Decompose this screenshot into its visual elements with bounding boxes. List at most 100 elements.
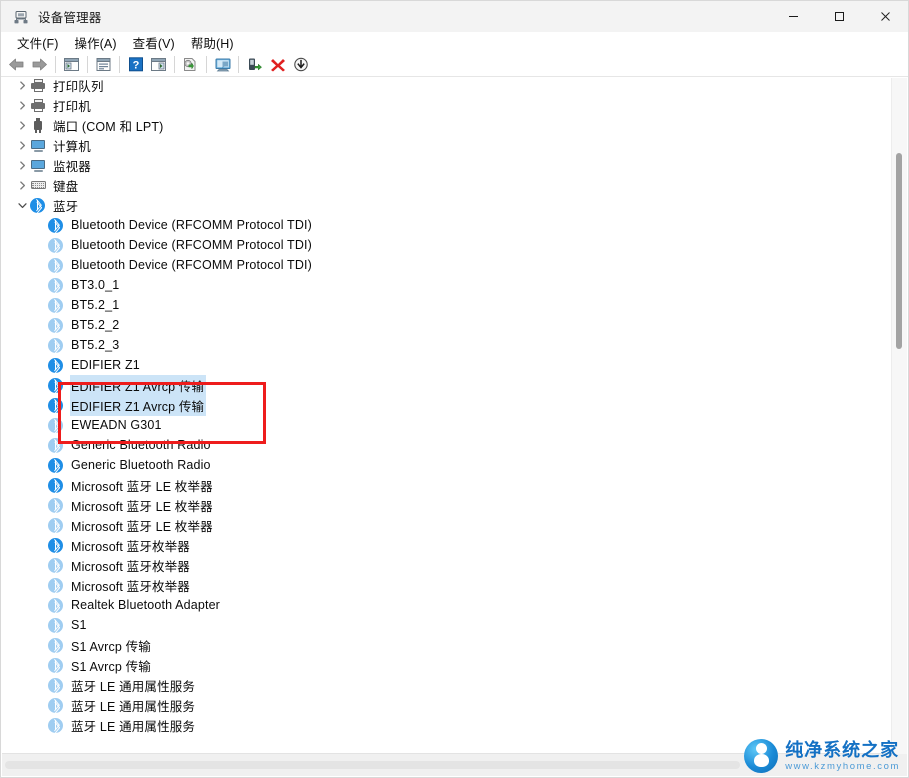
device-tree[interactable]: 打印队列打印机 端口 (COM 和 LPT) 计算机监视器键盘 蓝牙 Bluetooth…: [2, 78, 893, 754]
chevron-right-icon[interactable]: [14, 155, 30, 175]
tree-device-label: 蓝牙 LE 通用属性服务: [71, 699, 196, 714]
tree-device-row[interactable]: Bluetooth Device (RFCOMM Protocol TDI): [2, 215, 893, 235]
toolbar-separator: [174, 56, 175, 73]
computer-monitor-icon: [30, 137, 46, 153]
properties-icon: [96, 58, 111, 71]
chevron-right-icon[interactable]: [14, 115, 30, 135]
chevron-right-icon[interactable]: [14, 175, 30, 195]
tree-device-row[interactable]: Bluetooth Device (RFCOMM Protocol TDI): [2, 255, 893, 275]
tree-category-row[interactable]: 端口 (COM 和 LPT): [2, 115, 893, 135]
tree-category-row[interactable]: 监视器: [2, 155, 893, 175]
tree-device-row[interactable]: EWEADN G301: [2, 415, 893, 435]
tree-device-label: Realtek Bluetooth Adapter: [71, 598, 220, 612]
toolbar-separator: [238, 56, 239, 73]
forward-button[interactable]: [28, 54, 51, 76]
tree-device-row[interactable]: Microsoft 蓝牙 LE 枚举器: [2, 495, 893, 515]
tree-device-row[interactable]: 蓝牙 LE 通用属性服务: [2, 695, 893, 715]
menu-view[interactable]: 查看(V): [125, 31, 183, 55]
bluetooth-icon: [48, 697, 64, 714]
tree-device-row[interactable]: Microsoft 蓝牙枚举器: [2, 535, 893, 555]
tree-device-row[interactable]: Microsoft 蓝牙枚举器: [2, 555, 893, 575]
scan-hardware-changes-button[interactable]: [211, 54, 234, 76]
chevron-right-icon[interactable]: [14, 78, 30, 95]
tree-device-label: S1 Avrcp 传输: [71, 659, 151, 674]
tree-device-row[interactable]: Microsoft 蓝牙枚举器: [2, 575, 893, 595]
tree-device-row[interactable]: Bluetooth Device (RFCOMM Protocol TDI): [2, 235, 893, 255]
tree-device-label: EWEADN G301: [71, 418, 162, 432]
tree-device-row[interactable]: Microsoft 蓝牙 LE 枚举器: [2, 515, 893, 535]
tree-device-label: Bluetooth Device (RFCOMM Protocol TDI): [71, 218, 312, 232]
console-tree-icon: [64, 58, 79, 71]
show-hide-console-tree-button[interactable]: [60, 54, 83, 76]
enable-device-icon: [249, 58, 262, 71]
toolbar-separator: [206, 56, 207, 73]
bluetooth-icon: [48, 257, 64, 274]
horizontal-scrollbar-thumb[interactable]: [5, 761, 740, 769]
tree-device-label: BT5.2_2: [71, 318, 120, 332]
properties-button[interactable]: [92, 54, 115, 76]
chevron-down-icon[interactable]: [14, 195, 30, 215]
tree-device-row[interactable]: EDIFIER Z1 Avrcp 传输: [2, 374, 893, 396]
enable-device-button[interactable]: [243, 54, 266, 76]
help-button[interactable]: ?: [124, 54, 147, 76]
bluetooth-icon: [48, 457, 64, 474]
tree-category-row[interactable]: 打印队列: [2, 78, 893, 95]
tree-category-label: 监视器: [53, 159, 91, 174]
tree-device-row[interactable]: Microsoft 蓝牙 LE 枚举器: [2, 475, 893, 495]
back-button[interactable]: [5, 54, 28, 76]
scrollbar-corner: [892, 754, 907, 776]
vertical-scrollbar[interactable]: [891, 78, 907, 754]
chevron-right-icon[interactable]: [14, 95, 30, 115]
tree-device-row[interactable]: BT5.2_1: [2, 295, 893, 315]
uninstall-device-button[interactable]: [266, 54, 289, 76]
tree-device-row[interactable]: Generic Bluetooth Radio: [2, 435, 893, 455]
chevron-right-icon[interactable]: [14, 135, 30, 155]
tree-category-row[interactable]: 蓝牙: [2, 195, 893, 215]
back-arrow-icon: [9, 58, 24, 71]
tree-device-row[interactable]: BT5.2_2: [2, 315, 893, 335]
tree-device-label: BT5.2_1: [71, 298, 120, 312]
maximize-button[interactable]: [816, 1, 862, 32]
tree-device-row[interactable]: S1: [2, 615, 893, 635]
bluetooth-icon: [48, 297, 64, 314]
tree-category-row[interactable]: 计算机: [2, 135, 893, 155]
title-bar: 设备管理器: [1, 1, 908, 32]
bluetooth-icon: [48, 677, 64, 694]
bluetooth-icon: [48, 417, 64, 434]
tree-device-row[interactable]: S1 Avrcp 传输: [2, 655, 893, 675]
menu-help[interactable]: 帮助(H): [183, 31, 242, 55]
show-hide-action-pane-button[interactable]: [147, 54, 170, 76]
tree-device-row[interactable]: S1 Avrcp 传输: [2, 635, 893, 655]
vertical-scrollbar-thumb[interactable]: [896, 153, 902, 349]
bluetooth-icon: [48, 637, 64, 654]
tree-category-row[interactable]: 键盘: [2, 175, 893, 195]
tree-device-label: Generic Bluetooth Radio: [71, 458, 211, 472]
tree-device-row[interactable]: 蓝牙 LE 通用属性服务: [2, 715, 893, 735]
menu-file[interactable]: 文件(F): [9, 31, 66, 55]
tree-device-row[interactable]: EDIFIER Z1: [2, 355, 893, 375]
tree-device-row[interactable]: Realtek Bluetooth Adapter: [2, 595, 893, 615]
tree-device-row[interactable]: 蓝牙 LE 通用属性服务: [2, 675, 893, 695]
tree-device-row[interactable]: Generic Bluetooth Radio: [2, 455, 893, 475]
disable-device-button[interactable]: [289, 54, 312, 76]
device-manager-icon: [13, 9, 29, 25]
tree-device-label: S1: [71, 618, 87, 632]
update-driver-button[interactable]: [179, 54, 202, 76]
bluetooth-icon: [48, 437, 64, 454]
tree-category-label: 打印机: [53, 99, 91, 114]
tree-device-label: Microsoft 蓝牙 LE 枚举器: [71, 519, 213, 534]
menu-bar: 文件(F) 操作(A) 查看(V) 帮助(H): [1, 32, 908, 53]
tree-device-label: EDIFIER Z1 Avrcp 传输: [70, 394, 207, 416]
tree-category-row[interactable]: 打印机: [2, 95, 893, 115]
tree-device-row[interactable]: BT3.0_1: [2, 275, 893, 295]
tree-device-row[interactable]: BT5.2_3: [2, 335, 893, 355]
menu-action[interactable]: 操作(A): [66, 31, 124, 55]
bluetooth-icon: [48, 357, 64, 374]
tree-category-label: 键盘: [53, 179, 79, 194]
close-button[interactable]: [862, 1, 908, 32]
tree-device-row[interactable]: EDIFIER Z1 Avrcp 传输: [2, 394, 893, 416]
uninstall-red-x-icon: [270, 59, 285, 72]
minimize-button[interactable]: [770, 1, 816, 32]
toolbar-separator: [119, 56, 120, 73]
horizontal-scrollbar[interactable]: [2, 753, 893, 776]
